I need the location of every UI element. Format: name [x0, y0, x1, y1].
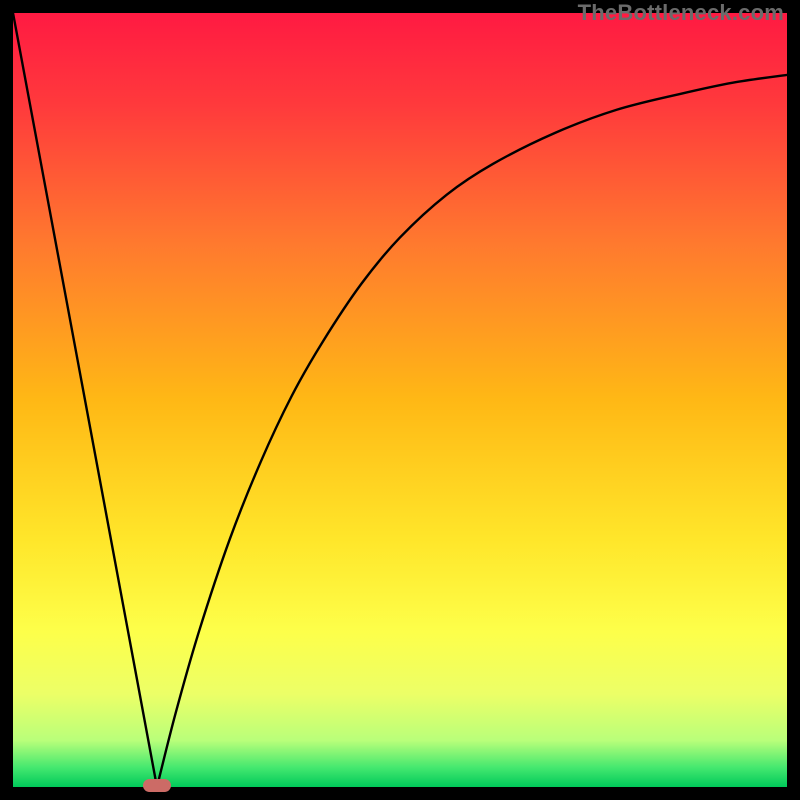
bottleneck-chart: [13, 13, 787, 787]
chart-background: [13, 13, 787, 787]
optimal-marker: [143, 779, 171, 792]
watermark-text: TheBottleneck.com: [578, 0, 784, 26]
